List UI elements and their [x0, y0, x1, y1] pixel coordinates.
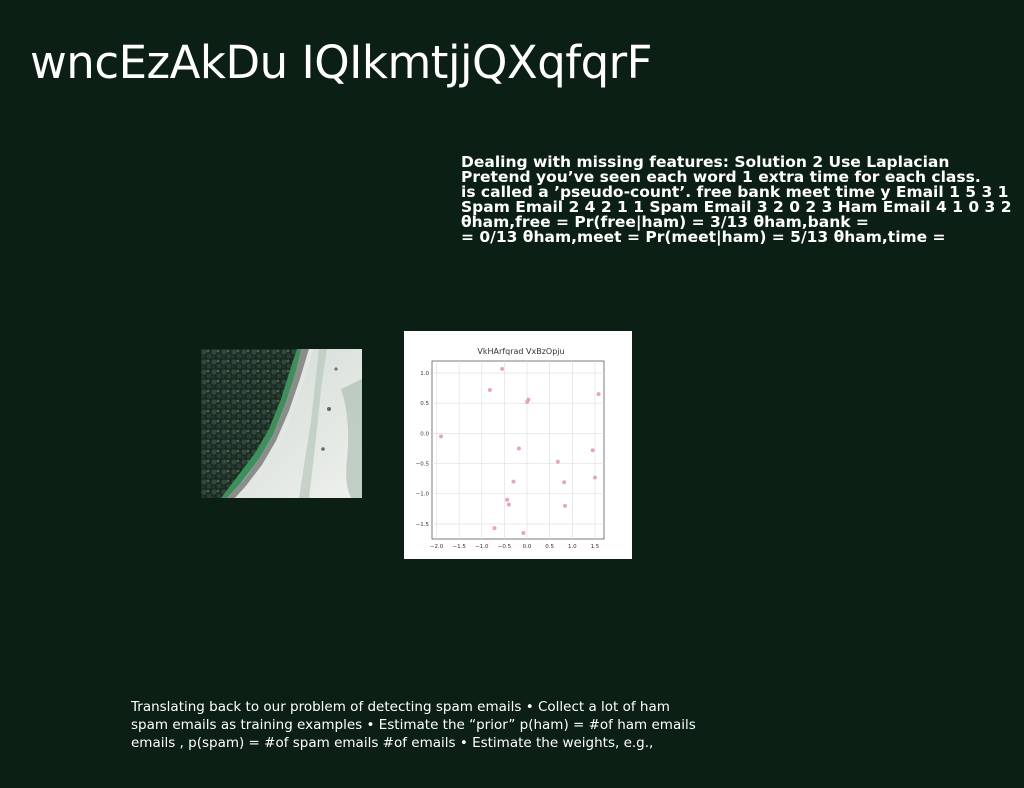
scatter-point [525, 400, 530, 405]
scatter-point [511, 479, 516, 484]
x-tick-label: −1.0 [475, 544, 489, 550]
scatter-point [500, 366, 505, 371]
aerial-road-photo [201, 349, 362, 498]
slide-footer-text: Translating back to our problem of detec… [131, 698, 771, 752]
y-tick-label: −1.5 [416, 522, 430, 528]
scatter-point [487, 387, 492, 392]
scatter-point [590, 448, 595, 453]
x-tick-label: 1.0 [568, 544, 577, 550]
scatter-point [555, 459, 560, 464]
scatter-point [563, 503, 568, 508]
x-tick-label: −1.5 [452, 544, 466, 550]
scatter-point [562, 480, 567, 485]
scatter-point [506, 502, 511, 507]
x-tick-label: −2.0 [430, 544, 444, 550]
x-tick-label: 0.5 [545, 544, 554, 550]
scatter-point [596, 392, 601, 397]
footer-line: Translating back to our problem of detec… [131, 699, 670, 715]
slide-body-text: Dealing with missing features: Solution … [461, 154, 1021, 246]
y-tick-label: −1.0 [416, 492, 430, 498]
scatter-point [492, 526, 497, 531]
x-tick-label: −0.5 [498, 544, 512, 550]
scatter-point [439, 434, 444, 439]
y-tick-label: 0.0 [420, 431, 429, 437]
scatter-chart-svg: VkHArfqrad VxBzOpju −2.0 −1.5 −1.0 −0.5 0.0 0… [416, 347, 605, 550]
footer-line: spam emails as training examples • Estim… [131, 717, 696, 733]
slide-title: wncEzAkDu IQIkmtjjQXqfqrF [30, 36, 653, 89]
footer-line: emails , p(spam) = #of spam emails #of e… [131, 735, 654, 751]
scatter-point [516, 446, 521, 451]
y-tick-label: −0.5 [416, 462, 430, 468]
x-tick-label: 0.0 [523, 544, 532, 550]
chart-title: VkHArfqrad VxBzOpju [477, 347, 564, 356]
scatter-point [592, 475, 597, 480]
scatter-point [505, 497, 510, 502]
y-tick-label: 1.0 [420, 371, 429, 377]
body-line: = 0/13 θham,meet = Pr(meet|ham) = 5/13 θ… [461, 228, 946, 246]
y-tick-label: 0.5 [420, 401, 429, 407]
scatter-chart: VkHArfqrad VxBzOpju −2.0 −1.5 −1.0 −0.5 0.0 0… [404, 331, 632, 559]
x-tick-label: 1.5 [591, 544, 600, 550]
scatter-point [521, 530, 526, 535]
